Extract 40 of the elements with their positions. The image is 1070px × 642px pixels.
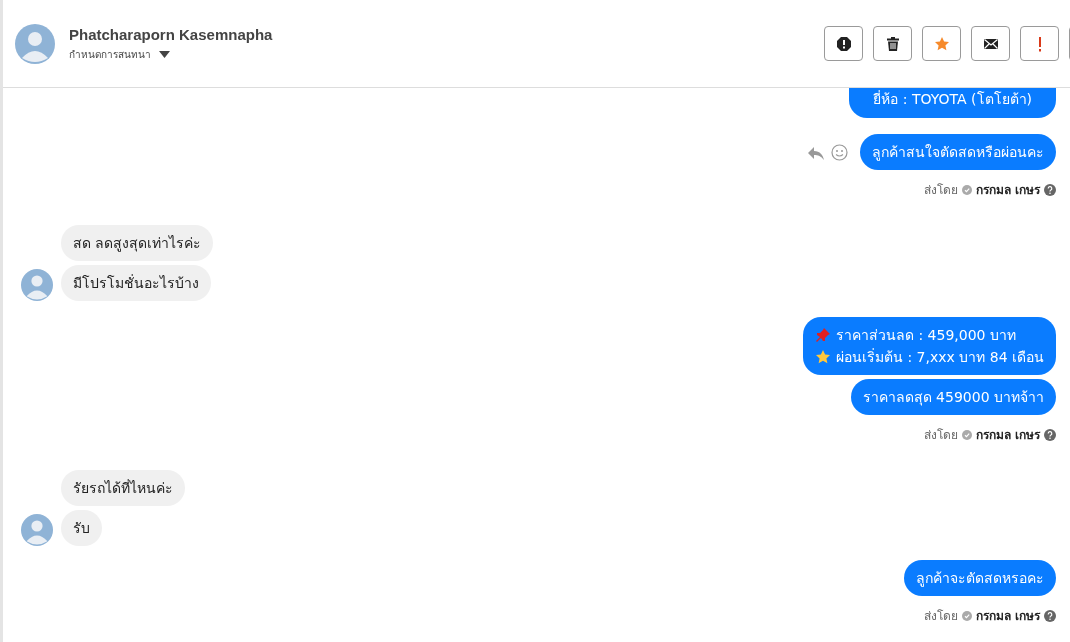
message-text: ยี่ห้อ : TOYOTA (โตโยต้า) (873, 89, 1032, 109)
star-icon (933, 35, 950, 52)
alert-button[interactable] (824, 26, 863, 61)
star-button[interactable] (922, 26, 961, 61)
message-text: ลูกค้าจะตัดสดหรอคะ (916, 569, 1044, 589)
delete-button[interactable] (873, 26, 912, 61)
mail-button[interactable] (971, 26, 1010, 61)
check-circle-icon (961, 184, 972, 195)
message-text: มีโปรโมชั่นอะไรบ้าง (73, 273, 199, 293)
message-text: ราคาส่วนลด : 459,000 บาท (836, 326, 1016, 345)
message-text: รัยรถได้ที่ไหนค่ะ (73, 478, 173, 498)
check-circle-icon (961, 429, 972, 440)
sender-name: กรกมล เกษร (975, 182, 1040, 199)
smiley-icon (831, 144, 848, 161)
help-icon (1044, 183, 1056, 196)
star-icon (815, 349, 831, 365)
avatar-icon (15, 23, 55, 64)
sent-by-label: ส่งโดย (923, 608, 958, 625)
trash-icon (884, 35, 901, 52)
message-text: รับ (73, 519, 90, 538)
conversation-dropdown[interactable]: กำหนดการสนทนา (69, 46, 273, 62)
caret-icon (159, 50, 170, 58)
help-icon (1044, 609, 1056, 622)
message-text: ผ่อนเริ่มต้น : 7,xxx บาท 84 เดือน (836, 347, 1044, 367)
sent-by-label: ส่งโดย (923, 182, 958, 199)
exclamation-icon (1037, 35, 1042, 52)
message-text: สด ลดสูงสุดเท่าไรค่ะ (73, 234, 202, 254)
sender-name: กรกมล เกษร (975, 427, 1040, 444)
check-circle-icon (961, 610, 972, 621)
avatar-icon (21, 269, 53, 301)
message-text: ราคาลดสุด 459000 บาทจ้าา (862, 388, 1044, 408)
sent-by-label: ส่งโดย (923, 427, 958, 444)
sender-name: กรกมล เกษร (975, 608, 1040, 625)
avatar-icon (21, 514, 53, 546)
important-button[interactable] (1020, 26, 1059, 61)
contact-name: Phatcharaporn Kasemnapha (69, 25, 273, 43)
pushpin-icon (815, 327, 831, 343)
help-icon (1044, 428, 1056, 441)
message-text: ลูกค้าสนใจตัดสดหรือผ่อนคะ (872, 143, 1044, 163)
alert-octagon-icon (835, 35, 852, 52)
